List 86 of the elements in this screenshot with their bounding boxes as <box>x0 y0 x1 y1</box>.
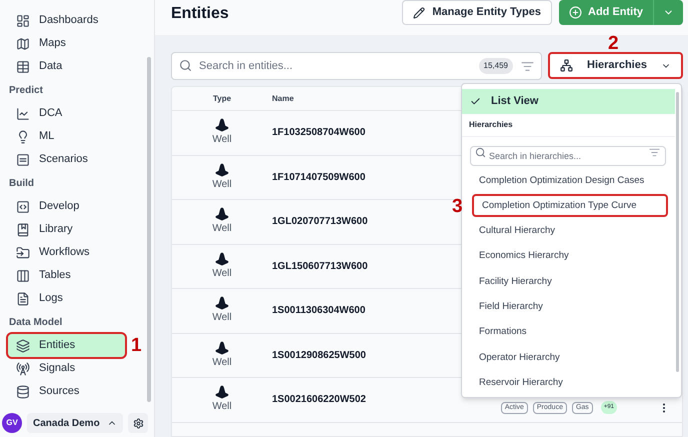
scrollbar[interactable] <box>676 92 679 372</box>
sidebar-item[interactable]: Library <box>8 218 125 241</box>
type-label: Well <box>212 266 232 281</box>
type-label: Well <box>212 222 232 236</box>
cone-icon <box>215 340 229 355</box>
filter-icon[interactable] <box>649 147 660 158</box>
database-icon <box>16 384 30 398</box>
hierarchy-option[interactable]: Completion Optimization Design Cases <box>472 169 668 192</box>
sidebar-item[interactable]: Develop <box>8 195 125 218</box>
cone-icon <box>215 118 229 132</box>
radio-tower-icon <box>16 362 30 376</box>
filter-icon[interactable] <box>521 60 534 72</box>
hierarchy-option[interactable]: Formations <box>472 320 668 344</box>
sidebar-section-heading: Data Model <box>8 316 64 330</box>
sidebar-item[interactable]: Data <box>8 55 125 78</box>
book-icon <box>16 222 30 236</box>
map-icon <box>16 36 30 50</box>
annotation-number: 2 <box>608 33 619 54</box>
hierarchy-icon <box>560 59 573 72</box>
type-label: Well <box>212 178 232 192</box>
type-label: Well <box>212 133 232 148</box>
sidebar-item[interactable]: Entities <box>8 334 125 357</box>
sidebar-item[interactable]: ML <box>8 125 125 148</box>
equal-square-icon <box>16 152 30 166</box>
entity-name[interactable]: 1S0021606220W502 <box>272 392 366 408</box>
entity-name[interactable]: 1F1071407509W600 <box>272 170 366 185</box>
lightbulb-icon <box>16 130 30 144</box>
columns-icon <box>16 268 30 282</box>
annotation-number: 1 <box>131 336 142 355</box>
hierarchy-option[interactable]: Reservoir Hierarchy <box>472 372 668 395</box>
annotation-number: 3 <box>452 196 463 218</box>
column-header: Name <box>272 92 294 104</box>
manage-entity-types-button[interactable]: Manage Entity Types <box>402 0 552 25</box>
type-label: Well <box>212 400 232 414</box>
entity-name[interactable]: 1GL020707713W600 <box>272 214 368 230</box>
check-icon <box>470 96 481 107</box>
sidebar-section-heading: Predict <box>8 84 44 98</box>
layers-icon <box>16 338 30 352</box>
entity-name[interactable]: 1S0011306304W600 <box>272 303 366 318</box>
sidebar-section-heading: Build <box>8 176 35 190</box>
column-header: Type <box>212 92 232 104</box>
hierarchy-option[interactable]: Operator Hierarchy <box>472 346 668 370</box>
sidebar-item[interactable]: Dashboards <box>8 9 125 32</box>
entity-name[interactable]: 1S0012908625W500 <box>272 348 366 363</box>
dashboard-icon <box>16 14 30 28</box>
type-label: Well <box>212 311 232 326</box>
hierarchy-option[interactable]: Economics Hierarchy <box>472 245 668 268</box>
cone-icon <box>215 162 229 177</box>
folder-icon <box>16 246 30 260</box>
hierarchy-option[interactable]: Field Hierarchy <box>472 296 668 319</box>
search-icon <box>179 59 192 72</box>
sidebar-item[interactable]: Maps <box>8 32 125 55</box>
table-icon <box>16 60 30 74</box>
hierarchy-option[interactable]: Facility Hierarchy <box>472 270 668 294</box>
document-icon <box>16 292 30 306</box>
workspace-selector[interactable]: Canada Demo <box>27 413 123 433</box>
cone-icon <box>215 252 229 266</box>
avatar[interactable]: GV <box>2 413 22 433</box>
sidebar-item[interactable]: Sources <box>8 380 125 403</box>
entity-name[interactable]: 1GL150607713W600 <box>272 258 368 274</box>
sidebar-item[interactable]: DCA <box>8 102 125 125</box>
code-icon <box>16 200 30 214</box>
entity-name[interactable]: 1F1032508704W600 <box>272 125 366 140</box>
hierarchy-option[interactable]: Cultural Hierarchy <box>472 220 668 243</box>
line-chart-icon <box>16 106 30 120</box>
page-title: Entities <box>171 4 229 24</box>
settings-icon <box>132 418 144 428</box>
pencil-icon <box>413 6 426 18</box>
hierarchies-button[interactable]: Hierarchies <box>548 52 683 79</box>
type-label: Well <box>212 356 232 370</box>
sidebar-item[interactable]: Scenarios <box>8 148 125 171</box>
plus-circle-icon <box>569 6 582 19</box>
scrollbar[interactable] <box>147 57 151 402</box>
sidebar-item[interactable]: Workflows <box>8 241 125 264</box>
list-view-option[interactable]: List View <box>462 89 675 114</box>
hierarchy-search-field[interactable]: Search in hierarchies... <box>470 146 666 166</box>
cone-icon <box>215 385 229 400</box>
cone-icon <box>215 296 229 310</box>
sidebar-item[interactable]: Signals <box>8 357 125 380</box>
sidebar-item[interactable]: Logs <box>8 287 125 310</box>
settings-button[interactable] <box>128 413 148 433</box>
search-icon <box>475 147 486 158</box>
cone-icon <box>215 207 229 222</box>
hierarchy-option[interactable]: Completion Optimization Type Curve <box>472 194 668 218</box>
dropdown-section-heading: Hierarchies <box>462 114 675 137</box>
sidebar-item[interactable]: Tables <box>8 264 125 287</box>
